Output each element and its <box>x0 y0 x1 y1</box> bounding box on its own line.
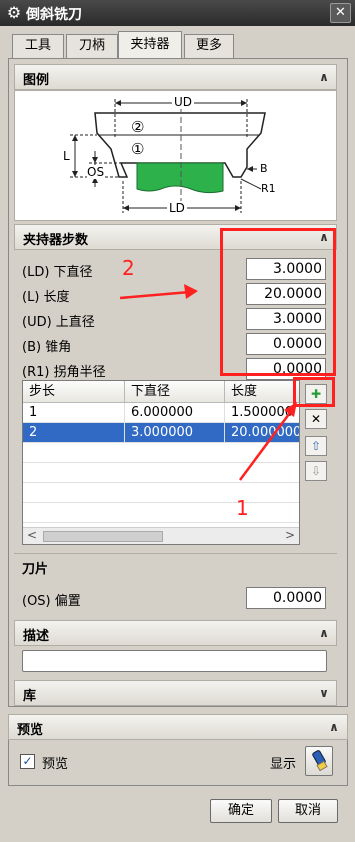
section-library-header[interactable]: 库 ∨ <box>14 680 337 706</box>
section-preview-header[interactable]: 预览 ∧ <box>8 714 348 740</box>
chevron-up-icon[interactable]: ∧ <box>315 624 333 642</box>
chevron-down-icon[interactable]: ∨ <box>315 684 333 702</box>
section-preview-label: 预览 <box>17 723 44 738</box>
annotation-label-1: 1 <box>236 496 249 520</box>
ok-button[interactable]: 确定 <box>210 799 272 823</box>
section-description-label: 描述 <box>23 629 50 644</box>
section-library-label: 库 <box>23 689 37 704</box>
preview-checkbox-label: 预览 <box>42 757 69 772</box>
offset-input[interactable]: 0.0000 <box>246 587 326 609</box>
show-preview-button[interactable] <box>305 746 333 776</box>
offset-label: (OS) 偏置 <box>22 594 81 609</box>
preview-checkbox[interactable]: ✓ <box>20 754 35 769</box>
show-label: 显示 <box>270 757 297 772</box>
section-insert-label: 刀片 <box>22 562 49 577</box>
section-description-header[interactable]: 描述 ∧ <box>14 620 337 646</box>
section-insert-header[interactable]: 刀片 <box>14 553 337 579</box>
flashlight-icon <box>312 750 328 772</box>
annotation-label-2: 2 <box>122 256 135 280</box>
cancel-button[interactable]: 取消 <box>278 799 338 823</box>
chevron-up-icon[interactable]: ∧ <box>325 718 343 736</box>
description-input[interactable] <box>22 650 327 672</box>
